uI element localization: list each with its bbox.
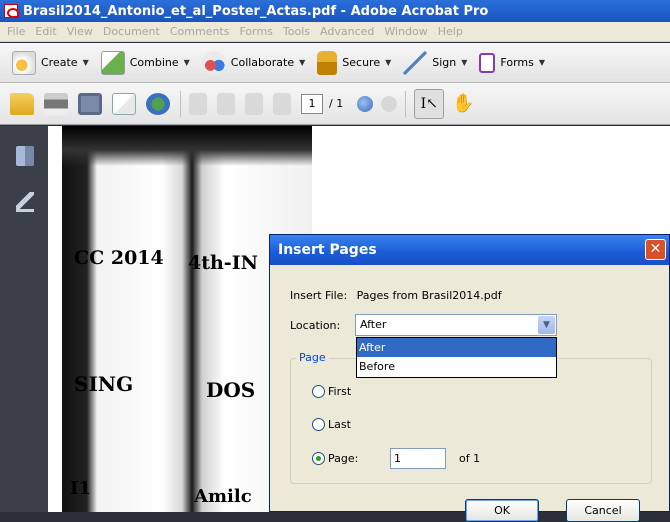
page-group-label: Page bbox=[296, 351, 329, 364]
document-text: DOS bbox=[206, 378, 256, 402]
toolbar-separator bbox=[405, 90, 407, 117]
signatures-icon[interactable] bbox=[16, 192, 34, 212]
document-text: 4th-IN bbox=[188, 252, 258, 274]
menu-window[interactable]: Window bbox=[379, 25, 432, 38]
document-text: Amilc bbox=[194, 486, 252, 507]
dropdown-arrow-icon: ▼ bbox=[82, 58, 89, 67]
secure-label: Secure bbox=[342, 56, 381, 69]
save-icon[interactable] bbox=[78, 92, 102, 115]
page-total: / 1 bbox=[329, 97, 344, 110]
location-selected-value: After bbox=[360, 318, 387, 331]
dialog-title: Insert Pages bbox=[278, 242, 377, 258]
tasks-toolbar: Create ▼ Combine ▼ Collaborate ▼ Secure … bbox=[0, 43, 670, 83]
insert-pages-dialog: Insert Pages ✕ Insert File: Pages from B… bbox=[269, 234, 670, 522]
menu-document[interactable]: Document bbox=[98, 25, 165, 38]
previous-view-icon[interactable] bbox=[357, 95, 374, 112]
radio-first[interactable]: First bbox=[312, 385, 351, 398]
menu-advanced[interactable]: Advanced bbox=[315, 25, 379, 38]
print-icon[interactable] bbox=[44, 92, 68, 115]
combine-label: Combine bbox=[129, 56, 179, 69]
cancel-button[interactable]: Cancel bbox=[566, 499, 640, 522]
insert-file-row: Insert File: Pages from Brasil2014.pdf bbox=[290, 289, 502, 302]
document-text: SING bbox=[74, 372, 134, 396]
menu-help[interactable]: Help bbox=[433, 25, 468, 38]
dialog-title-bar: Insert Pages ✕ bbox=[270, 235, 669, 265]
window-title-bar: Brasil2014_Antonio_et_al_Poster_Actas.pd… bbox=[0, 0, 670, 22]
radio-last[interactable]: Last bbox=[312, 418, 351, 431]
first-page-icon[interactable] bbox=[189, 92, 207, 115]
next-view-icon[interactable] bbox=[381, 95, 398, 112]
next-page-icon[interactable] bbox=[245, 92, 263, 115]
pdf-file-icon bbox=[4, 4, 19, 18]
hand-tool-icon[interactable]: ✋ bbox=[452, 93, 474, 114]
insert-file-value: Pages from Brasil2014.pdf bbox=[356, 289, 502, 302]
file-toolbar: 1 / 1 I↖ ✋ bbox=[0, 83, 670, 125]
radio-page[interactable]: Page: bbox=[312, 452, 358, 465]
insert-file-label: Insert File: bbox=[290, 289, 348, 302]
window-title: Brasil2014_Antonio_et_al_Poster_Actas.pd… bbox=[23, 3, 489, 19]
page-number-field[interactable]: 1 bbox=[390, 448, 446, 469]
dropdown-arrow-icon: ▼ bbox=[299, 58, 306, 67]
lock-icon bbox=[317, 50, 338, 75]
document-text: CC 2014 bbox=[74, 247, 164, 269]
dropdown-arrow-icon: ▼ bbox=[385, 58, 392, 67]
ok-button[interactable]: OK bbox=[465, 499, 539, 522]
radio-last-label: Last bbox=[328, 418, 351, 431]
collaborate-label: Collaborate bbox=[230, 56, 295, 69]
web-upload-icon[interactable] bbox=[146, 92, 170, 115]
menu-view[interactable]: View bbox=[62, 25, 98, 38]
location-label: Location: bbox=[290, 319, 341, 332]
menu-forms[interactable]: Forms bbox=[234, 25, 277, 38]
email-icon[interactable] bbox=[112, 92, 136, 115]
page-number-input[interactable]: 1 bbox=[301, 93, 323, 114]
dropdown-arrow-icon: ▼ bbox=[461, 58, 468, 67]
location-dropdown-list: After Before bbox=[356, 337, 557, 378]
pen-icon bbox=[403, 50, 428, 75]
page-thumbnails-icon[interactable] bbox=[16, 146, 34, 166]
dropdown-arrow-icon: ▼ bbox=[538, 58, 546, 67]
create-icon bbox=[12, 50, 36, 75]
page-of-text: of 1 bbox=[459, 452, 481, 465]
secure-button[interactable]: Secure ▼ bbox=[317, 50, 392, 75]
document-text: I1 bbox=[70, 478, 91, 499]
select-tool-icon[interactable]: I↖ bbox=[414, 88, 445, 119]
create-label: Create bbox=[41, 56, 78, 69]
close-icon[interactable]: ✕ bbox=[645, 239, 666, 260]
chevron-down-icon[interactable]: ▼ bbox=[538, 316, 555, 334]
dialog-body: Insert File: Pages from Brasil2014.pdf L… bbox=[270, 265, 669, 522]
forms-icon bbox=[479, 52, 496, 73]
location-option-before[interactable]: Before bbox=[357, 357, 556, 376]
combine-button[interactable]: Combine ▼ bbox=[100, 50, 190, 75]
previous-page-icon[interactable] bbox=[217, 92, 235, 115]
menu-bar: File Edit View Document Comments Forms T… bbox=[0, 22, 670, 42]
radio-first-label: First bbox=[328, 385, 352, 398]
radio-button[interactable] bbox=[312, 418, 325, 431]
sign-label: Sign bbox=[432, 56, 457, 69]
book-photo-shadow bbox=[62, 126, 312, 166]
forms-label: Forms bbox=[500, 56, 534, 69]
menu-comments[interactable]: Comments bbox=[165, 25, 235, 38]
forms-button[interactable]: Forms ▼ bbox=[479, 52, 546, 73]
dropdown-arrow-icon: ▼ bbox=[183, 58, 190, 67]
create-button[interactable]: Create ▼ bbox=[12, 50, 89, 75]
toolbar-separator bbox=[180, 90, 181, 117]
open-folder-icon[interactable] bbox=[10, 92, 34, 115]
collaborate-icon bbox=[201, 50, 226, 75]
navigation-pane bbox=[0, 126, 48, 512]
menu-edit[interactable]: Edit bbox=[30, 25, 61, 38]
location-option-after[interactable]: After bbox=[357, 338, 556, 357]
collaborate-button[interactable]: Collaborate ▼ bbox=[201, 50, 306, 75]
location-select[interactable]: After ▼ bbox=[355, 314, 557, 336]
menu-file[interactable]: File bbox=[2, 25, 30, 38]
last-page-icon[interactable] bbox=[273, 92, 291, 115]
sign-button[interactable]: Sign ▼ bbox=[403, 50, 468, 75]
menu-tools[interactable]: Tools bbox=[278, 25, 315, 38]
combine-icon bbox=[100, 50, 125, 75]
radio-button-selected[interactable] bbox=[312, 452, 325, 465]
radio-page-label: Page: bbox=[328, 452, 359, 465]
radio-button[interactable] bbox=[312, 385, 325, 398]
